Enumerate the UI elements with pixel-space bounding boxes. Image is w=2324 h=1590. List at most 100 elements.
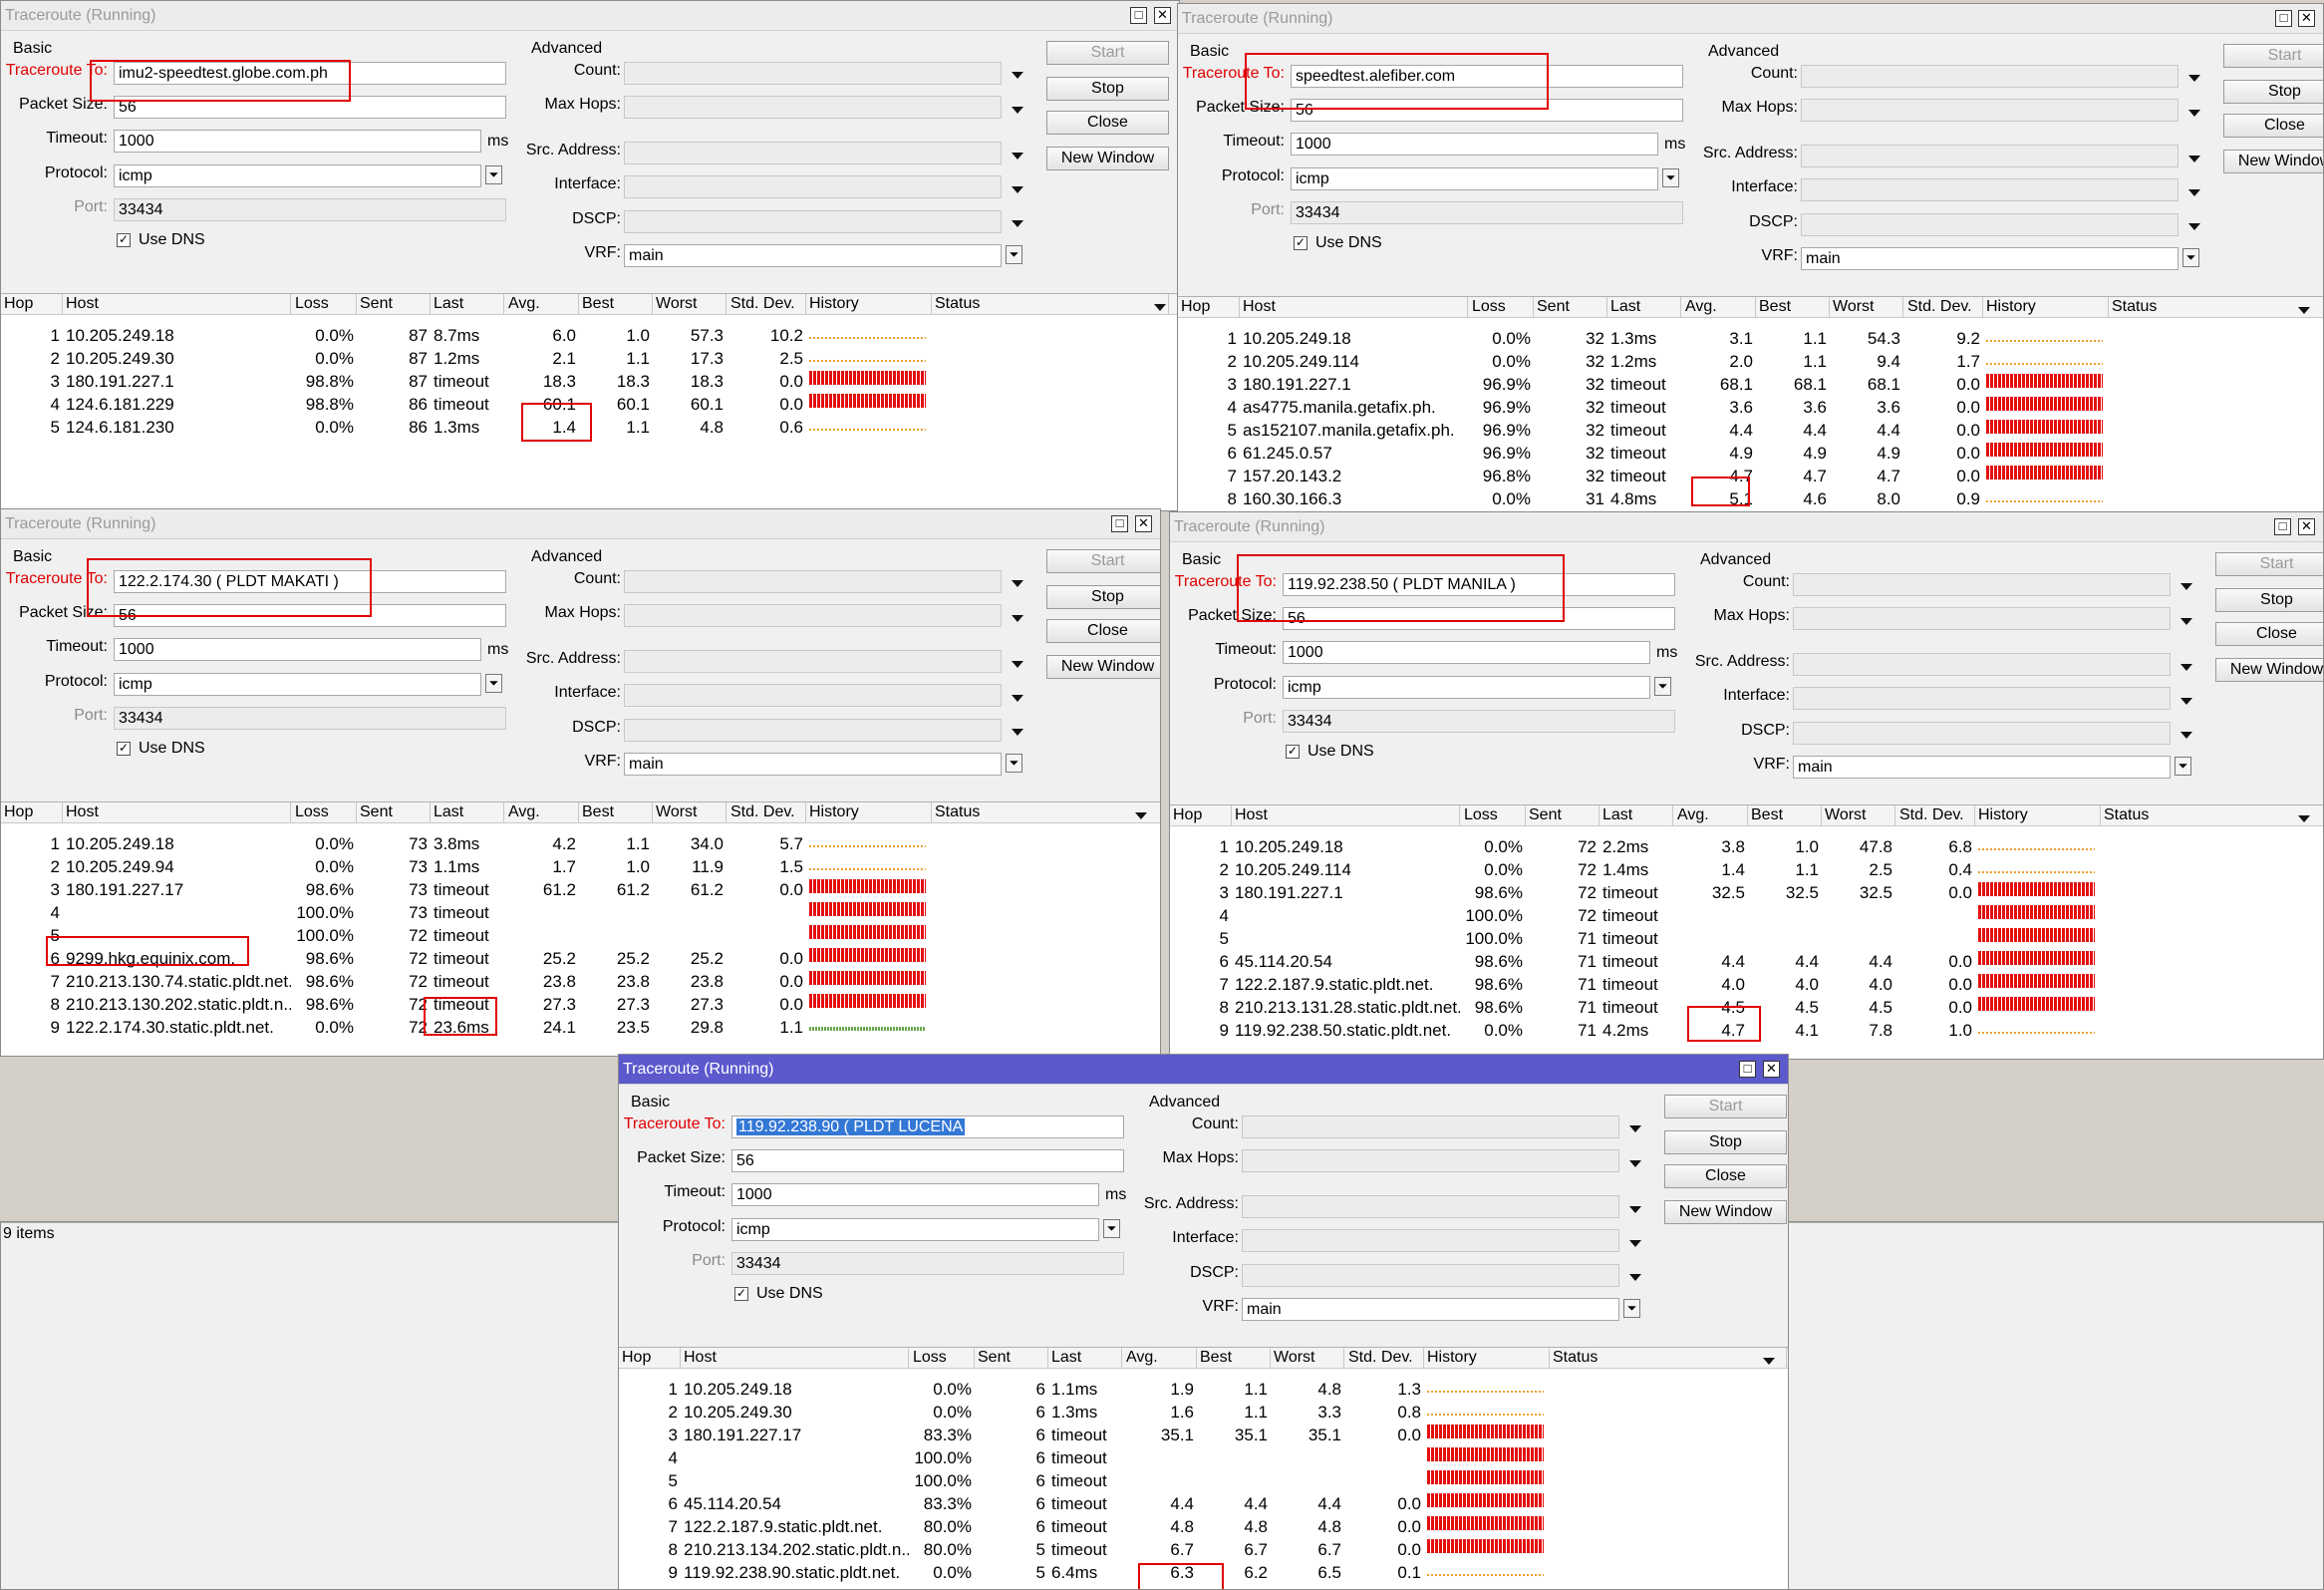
column-header-last[interactable]: Last (1607, 297, 1681, 317)
traceroute-window-4[interactable]: Traceroute (Running) □ ✕ Basic Advanced Trace… (1169, 511, 2324, 1060)
column-header-history[interactable]: History (1975, 805, 2101, 825)
table-row[interactable]: 9 122.2.174.30.static.pldt.net. 0.0% 72 23.6… (1, 1016, 1160, 1039)
table-row[interactable]: 5 as152107.manila.getafix.ph. 96.9% 32 timeo… (1178, 419, 2323, 442)
interface-input[interactable] (624, 175, 1002, 198)
column-header-host[interactable]: Host (1240, 297, 1468, 317)
count-input[interactable] (624, 570, 1002, 593)
interface-input[interactable] (624, 684, 1002, 707)
column-header-best[interactable]: Best (1756, 297, 1830, 317)
dscp-input-dropdown-icon[interactable] (1012, 729, 1023, 736)
max-hops-input[interactable] (1801, 99, 2179, 122)
timeout-input[interactable]: 1000 (114, 130, 481, 153)
title-bar[interactable]: Traceroute (Running) □ ✕ (1, 1, 1179, 31)
table-row[interactable]: 6 61.245.0.57 96.9% 32 timeout 4.9 4.9 4.9 0.0 (1178, 442, 2323, 465)
stop-button[interactable]: Stop (2223, 80, 2323, 104)
column-header-history[interactable]: History (806, 802, 932, 822)
column-header-history[interactable]: History (1983, 297, 2109, 317)
interface-input-dropdown-icon[interactable] (2188, 189, 2200, 196)
table-row[interactable]: 1 10.205.249.18 0.0% 72 2.2ms 3.8 1.0 47.8 6.8 (1170, 835, 2323, 858)
vrf-dropdown-icon[interactable]: ⏷ (1006, 245, 1022, 264)
traceroute-target-input[interactable]: 119.92.238.90 ( PLDT LUCENA (731, 1115, 1124, 1138)
column-header-status[interactable]: Status (932, 802, 1160, 822)
max-hops-input-dropdown-icon[interactable] (1629, 1160, 1641, 1167)
dscp-input[interactable] (1801, 213, 2179, 236)
interface-input-dropdown-icon[interactable] (2180, 698, 2192, 705)
max-hops-input-dropdown-icon[interactable] (1012, 615, 1023, 622)
column-header-loss[interactable]: Loss (292, 802, 357, 822)
column-header-loss[interactable]: Loss (1469, 297, 1534, 317)
column-header-hop[interactable]: Hop (1, 802, 63, 822)
use-dns-checkbox[interactable]: ✓ (117, 742, 131, 756)
column-header-status[interactable]: Status (1550, 1348, 1787, 1368)
interface-input[interactable] (1793, 687, 2171, 710)
columns-menu-icon[interactable] (1763, 1358, 1775, 1365)
new-window-button[interactable]: New Window (1664, 1200, 1787, 1224)
protocol-select[interactable]: icmp (1291, 167, 1658, 190)
vrf-select[interactable]: main (624, 244, 1002, 267)
column-header-hop[interactable]: Hop (619, 1348, 681, 1368)
use-dns-checkbox[interactable]: ✓ (734, 1287, 748, 1301)
table-row[interactable]: 3 180.191.227.1 98.6% 72 timeout 32.5 32.5 32.5… (1170, 881, 2323, 904)
column-header-std-dev[interactable]: Std. Dev. (1896, 805, 1975, 825)
table-row[interactable]: 5 100.0% 71 timeout (1170, 927, 2323, 950)
use-dns-checkbox[interactable]: ✓ (1294, 236, 1307, 250)
protocol-select[interactable]: icmp (114, 673, 481, 696)
count-input[interactable] (1242, 1115, 1619, 1138)
src-address-input[interactable] (1793, 653, 2171, 676)
traceroute-window-1[interactable]: Traceroute (Running) □ ✕ Basic Advanced Trace… (0, 0, 1180, 511)
table-row[interactable]: 2 10.205.249.114 0.0% 72 1.4ms 1.4 1.1 2.5 0.4 (1170, 858, 2323, 881)
count-input-dropdown-icon[interactable] (1012, 72, 1023, 79)
interface-input[interactable] (1242, 1229, 1619, 1252)
title-bar[interactable]: Traceroute (Running) □ ✕ (1, 509, 1160, 539)
column-header-worst[interactable]: Worst (653, 802, 726, 822)
close-button[interactable]: Close (2215, 622, 2323, 646)
column-header-loss[interactable]: Loss (292, 294, 357, 314)
hops-table[interactable]: Hop Host Loss Sent Last Avg. Best Worst Std. Dev… (619, 1347, 1788, 1589)
column-header-best[interactable]: Best (1748, 805, 1822, 825)
column-header-history[interactable]: History (806, 294, 932, 314)
table-row[interactable]: 3 180.191.227.1 98.8% 87 timeout 18.3 18.3 18.3… (1, 370, 1179, 393)
table-row[interactable]: 2 10.205.249.30 0.0% 6 1.3ms 1.6 1.1 3.3 0.8 (619, 1401, 1788, 1424)
table-row[interactable]: 2 10.205.249.30 0.0% 87 1.2ms 2.1 1.1 17.3 2.5 (1, 347, 1179, 370)
vrf-dropdown-icon[interactable]: ⏷ (1623, 1299, 1640, 1318)
vrf-select[interactable]: main (624, 753, 1002, 776)
column-header-status[interactable]: Status (2109, 297, 2323, 317)
traceroute-window-3[interactable]: Traceroute (Running) □ ✕ Basic Advanced Trace… (0, 508, 1161, 1057)
dscp-input[interactable] (624, 719, 1002, 742)
use-dns-checkbox[interactable]: ✓ (117, 233, 131, 247)
timeout-input[interactable]: 1000 (1283, 641, 1650, 664)
close-button[interactable]: Close (1046, 619, 1160, 643)
stop-button[interactable]: Stop (1046, 77, 1169, 101)
src-address-input[interactable] (624, 650, 1002, 673)
table-row[interactable]: 3 180.191.227.17 83.3% 6 timeout 35.1 35.1 35.1… (619, 1424, 1788, 1446)
table-row[interactable]: 6 45.114.20.54 98.6% 71 timeout 4.4 4.4 4.4 0.0 (1170, 950, 2323, 973)
new-window-button[interactable]: New Window (2223, 150, 2323, 173)
vrf-select[interactable]: main (1242, 1298, 1619, 1321)
table-row[interactable]: 1 10.205.249.18 0.0% 87 8.7ms 6.0 1.0 57.3 10.2 (1, 324, 1179, 347)
column-header-std-dev[interactable]: Std. Dev. (1345, 1348, 1424, 1368)
table-row[interactable]: 8 210.213.130.202.static.pldt.n... 98.6% 72… (1, 993, 1160, 1016)
vrf-dropdown-icon[interactable]: ⏷ (1006, 754, 1022, 773)
new-window-button[interactable]: New Window (1046, 655, 1160, 679)
vrf-dropdown-icon[interactable]: ⏷ (2175, 757, 2191, 776)
traceroute-window-5[interactable]: Traceroute (Running) □ ✕ Basic Advanced Trace… (618, 1054, 1789, 1590)
table-row[interactable]: 4 100.0% 6 timeout (619, 1446, 1788, 1469)
table-row[interactable]: 5 100.0% 6 timeout (619, 1469, 1788, 1492)
column-header-avg[interactable]: Avg. (505, 802, 579, 822)
interface-input[interactable] (1801, 178, 2179, 201)
title-bar[interactable]: Traceroute (Running) □ ✕ (619, 1055, 1788, 1085)
table-row[interactable]: 6 45.114.20.54 83.3% 6 timeout 4.4 4.4 4.4 0.0 (619, 1492, 1788, 1515)
columns-menu-icon[interactable] (1135, 812, 1147, 819)
column-header-last[interactable]: Last (1048, 1348, 1122, 1368)
column-header-history[interactable]: History (1424, 1348, 1550, 1368)
column-header-avg[interactable]: Avg. (1674, 805, 1748, 825)
column-header-avg[interactable]: Avg. (1682, 297, 1756, 317)
column-header-std-dev[interactable]: Std. Dev. (727, 294, 806, 314)
column-header-loss[interactable]: Loss (910, 1348, 975, 1368)
dscp-input[interactable] (624, 210, 1002, 233)
table-row[interactable]: 1 10.205.249.18 0.0% 32 1.3ms 3.1 1.1 54.3 9.2 (1178, 327, 2323, 350)
vrf-dropdown-icon[interactable]: ⏷ (2182, 248, 2199, 267)
dscp-input-dropdown-icon[interactable] (2180, 732, 2192, 739)
column-header-status[interactable]: Status (2101, 805, 2323, 825)
maximize-button[interactable]: □ (2275, 10, 2292, 27)
